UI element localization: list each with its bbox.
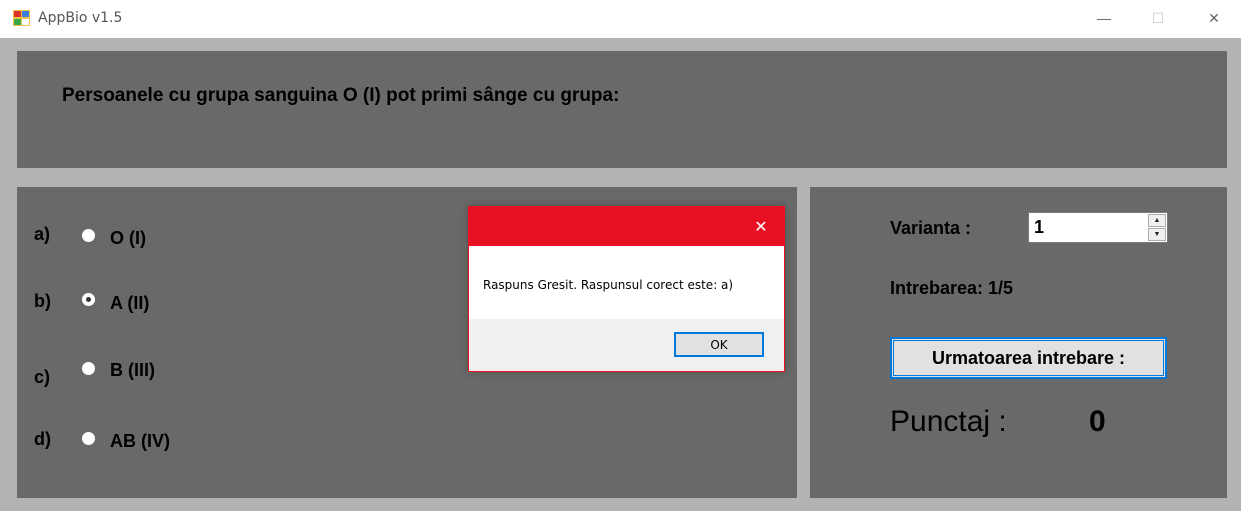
option-c-radio[interactable] [82,362,95,375]
question-counter: Intrebarea: 1/5 [890,278,1014,298]
option-b-label[interactable]: A (II) [110,293,149,314]
option-a-letter: a) [34,224,51,244]
window-titlebar: AppBio v1.5 — ☐ ✕ [0,0,1241,38]
dialog-titlebar: ✕ [469,207,784,246]
maximize-icon: ☐ [1151,9,1165,26]
option-c-label[interactable]: B (III) [110,360,155,381]
dialog-message: Raspuns Gresit. Raspunsul corect este: a… [483,278,734,292]
option-d-letter: d) [34,429,51,449]
dialog-footer: OK [469,319,784,371]
app-icon [13,10,30,26]
message-dialog: ✕ Raspuns Gresit. Raspunsul corect este:… [468,206,785,372]
variant-label: Varianta : [890,218,972,238]
next-question-button[interactable]: Urmatoarea intrebare : [890,337,1167,379]
score-value: 0 [1089,405,1106,438]
close-icon: ✕ [1208,9,1220,26]
minimize-button[interactable]: — [1077,0,1131,36]
question-text: Persoanele cu grupa sanguina O (I) pot p… [62,85,620,106]
side-panel: Varianta : 1 ▲ ▼ Intrebarea: 1/5 Urmatoa… [810,187,1227,498]
option-d-radio[interactable] [82,432,95,445]
option-d-label[interactable]: AB (IV) [110,431,170,452]
option-b-radio[interactable] [82,293,95,306]
variant-spinner[interactable]: 1 ▲ ▼ [1028,212,1168,243]
option-c-letter: c) [34,367,51,387]
option-a-radio[interactable] [82,229,95,242]
maximize-button[interactable]: ☐ [1131,0,1185,36]
score-label: Punctaj : [890,405,1007,438]
close-button[interactable]: ✕ [1187,0,1241,36]
ok-button[interactable]: OK [674,332,764,357]
close-icon: ✕ [754,218,768,236]
spinner-down-icon[interactable]: ▼ [1148,228,1166,241]
minimize-icon: — [1097,10,1111,26]
spinner-arrows: ▲ ▼ [1148,214,1166,241]
variant-value[interactable]: 1 [1034,217,1044,238]
dialog-close-button[interactable]: ✕ [738,207,784,246]
window-title: AppBio v1.5 [38,10,123,26]
question-panel: Persoanele cu grupa sanguina O (I) pot p… [17,51,1227,168]
option-a-label[interactable]: O (I) [110,228,146,249]
spinner-up-icon[interactable]: ▲ [1148,214,1166,227]
option-b-letter: b) [34,291,51,311]
